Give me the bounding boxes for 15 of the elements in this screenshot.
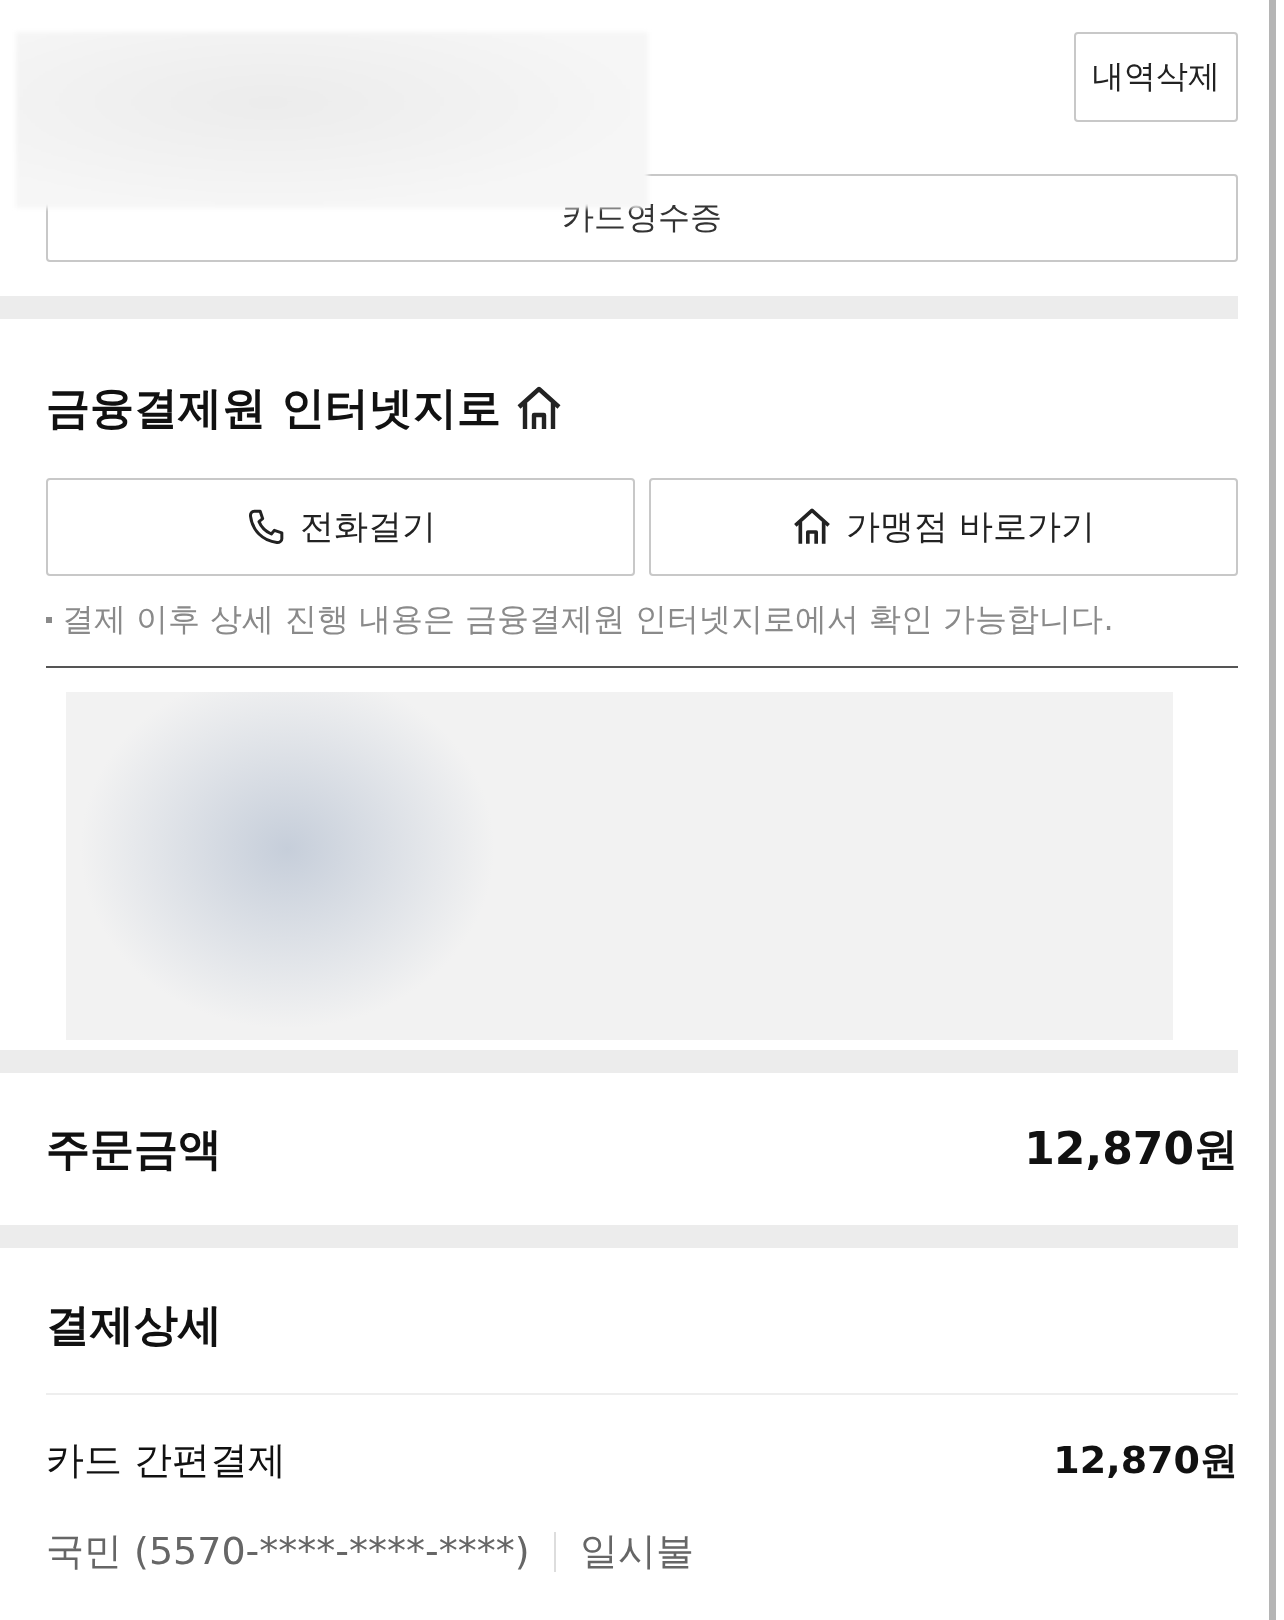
payment-amount: 12,870원: [1053, 1437, 1238, 1484]
payment-method: 카드 간편결제: [46, 1437, 287, 1484]
scrollbar[interactable]: [1269, 0, 1276, 1620]
installment-type: 일시불: [579, 1528, 694, 1575]
card-receipt-button[interactable]: 카드영수증: [46, 174, 1238, 262]
store-link-button[interactable]: 가맹점 바로가기: [649, 478, 1238, 576]
order-amount-label: 주문금액: [46, 1121, 222, 1176]
delete-history-button[interactable]: 내역삭제: [1074, 32, 1238, 122]
bullet-icon: [46, 617, 52, 623]
call-button[interactable]: 전화걸기: [46, 478, 635, 576]
card-number: 국민 (5570-****-****-****): [46, 1528, 530, 1575]
info-note: 결제 이후 상세 진행 내용은 금융결제원 인터넷지로에서 확인 가능합니다.: [62, 599, 1114, 640]
section-title: 결제상세: [46, 1298, 223, 1352]
order-amount: 12,870원: [1024, 1121, 1238, 1176]
merchant-name: 금융결제원 인터넷지로: [46, 381, 502, 435]
